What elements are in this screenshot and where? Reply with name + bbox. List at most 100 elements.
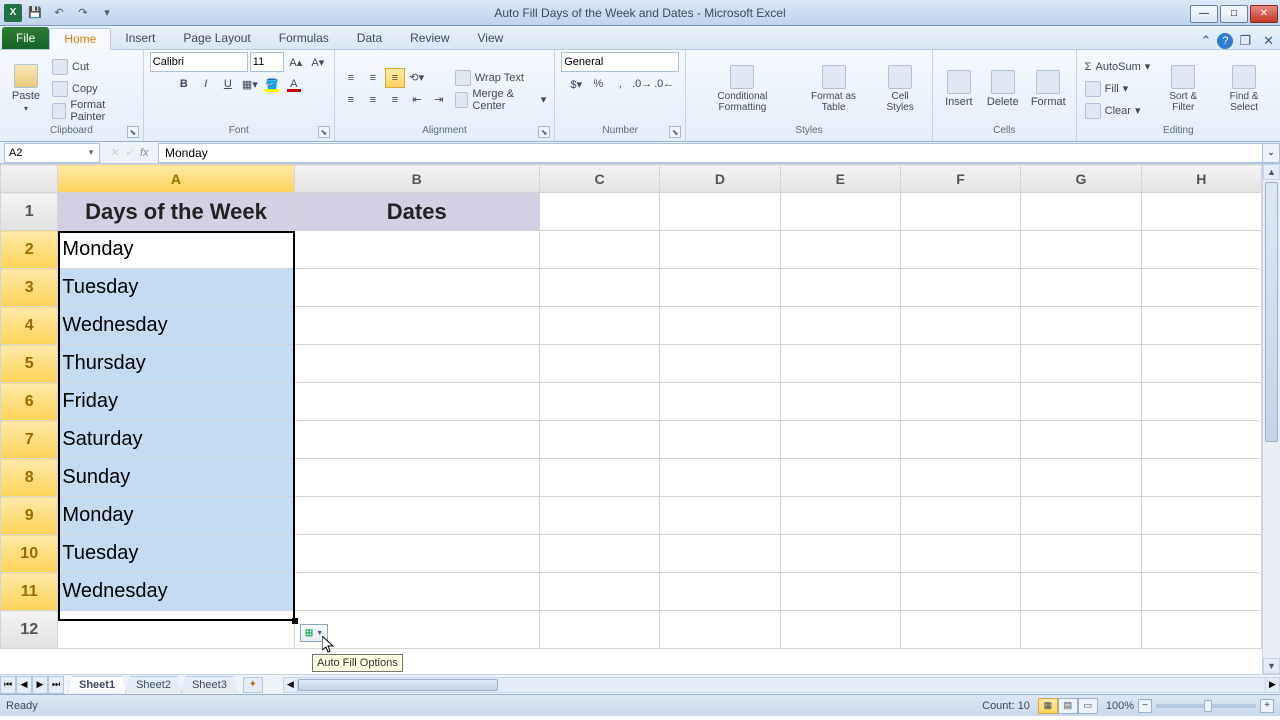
cell[interactable] [58,611,294,649]
scroll-thumb[interactable] [1265,182,1278,442]
cell[interactable] [1141,231,1261,269]
underline-button[interactable]: U [218,74,238,94]
cell[interactable]: Tuesday [58,535,294,573]
col-header-D[interactable]: D [660,165,780,193]
cell[interactable] [1021,383,1141,421]
page-break-view-button[interactable]: ▭ [1078,698,1098,714]
fill-handle[interactable] [292,618,298,624]
cell[interactable] [900,193,1020,231]
cell[interactable]: Monday [58,497,294,535]
scroll-left-icon[interactable]: ◀ [284,678,298,692]
cell[interactable] [539,193,659,231]
fill-color-button[interactable]: 🪣 [262,74,282,94]
save-icon[interactable]: 💾 [24,2,46,24]
cell[interactable] [1021,497,1141,535]
excel-icon[interactable]: X [4,4,22,22]
enter-icon[interactable]: ✓ [125,146,134,159]
cell[interactable] [539,307,659,345]
cell[interactable] [780,383,900,421]
cell[interactable] [294,497,539,535]
percent-button[interactable]: % [588,74,608,94]
cell[interactable] [1021,231,1141,269]
cell[interactable] [294,459,539,497]
cell[interactable] [294,345,539,383]
cell[interactable] [900,383,1020,421]
cell[interactable] [660,421,780,459]
bold-button[interactable]: B [174,74,194,94]
cell[interactable] [1021,421,1141,459]
cell[interactable] [900,497,1020,535]
cell[interactable] [1141,535,1261,573]
close-button[interactable]: ✕ [1250,5,1278,23]
cell[interactable] [1021,459,1141,497]
cell[interactable] [539,611,659,649]
cell[interactable] [660,383,780,421]
scroll-right-icon[interactable]: ▶ [1265,678,1279,692]
decrease-indent-button[interactable]: ⇤ [407,90,427,110]
zoom-slider[interactable] [1156,704,1256,708]
accounting-button[interactable]: $▾ [566,74,586,94]
cell[interactable] [1141,497,1261,535]
align-bottom-button[interactable]: ≡ [385,68,405,88]
row-header[interactable]: 8 [1,459,58,497]
normal-view-button[interactable]: ▦ [1038,698,1058,714]
decrease-decimal-button[interactable]: .0← [654,74,674,94]
dialog-launcher-icon[interactable]: ⬊ [318,126,330,138]
tab-insert[interactable]: Insert [111,27,169,49]
cell[interactable] [539,535,659,573]
cell[interactable] [900,611,1020,649]
window-restore-icon[interactable]: ❐ [1233,33,1257,49]
cell[interactable] [539,459,659,497]
cell[interactable] [1021,535,1141,573]
border-button[interactable]: ▦▾ [240,74,260,94]
cell[interactable] [1021,193,1141,231]
cell[interactable] [1141,573,1261,611]
redo-icon[interactable]: ↷ [72,2,94,24]
cell[interactable] [660,307,780,345]
cell[interactable] [294,269,539,307]
delete-cells-button[interactable]: Delete [983,68,1023,110]
cell[interactable] [539,269,659,307]
zoom-in-button[interactable]: + [1260,699,1274,713]
tab-review[interactable]: Review [396,27,463,49]
cell[interactable] [780,535,900,573]
cell[interactable] [294,611,539,649]
row-header[interactable]: 7 [1,421,58,459]
cell[interactable] [780,345,900,383]
page-layout-view-button[interactable]: ▤ [1058,698,1078,714]
horizontal-scrollbar[interactable]: ◀ ▶ [283,677,1280,693]
wrap-text-button[interactable]: Wrap Text [453,68,548,88]
cut-button[interactable]: Cut [50,57,137,77]
cell[interactable] [900,421,1020,459]
row-header[interactable]: 2 [1,231,58,269]
font-size-combo[interactable] [250,52,284,72]
row-header[interactable]: 1 [1,193,58,231]
cell[interactable] [1141,269,1261,307]
select-all-corner[interactable] [1,165,58,193]
sheet-tab[interactable]: Sheet3 [181,676,238,693]
cell[interactable] [539,497,659,535]
col-header-G[interactable]: G [1021,165,1141,193]
cell[interactable] [660,459,780,497]
cell[interactable]: Days of the Week [58,193,294,231]
cell[interactable]: Friday [58,383,294,421]
cell[interactable] [1141,459,1261,497]
cell[interactable] [1141,611,1261,649]
find-select-button[interactable]: Find & Select [1214,63,1274,115]
cell[interactable] [294,535,539,573]
help-icon[interactable]: ? [1217,33,1233,49]
col-header-E[interactable]: E [780,165,900,193]
vertical-scrollbar[interactable]: ▲ ▼ [1262,164,1280,674]
cell[interactable]: Saturday [58,421,294,459]
increase-decimal-button[interactable]: .0→ [632,74,652,94]
col-header-C[interactable]: C [539,165,659,193]
zoom-level[interactable]: 100% [1106,700,1134,712]
new-sheet-button[interactable]: ✦ [243,677,263,693]
zoom-knob[interactable] [1204,700,1212,712]
cell[interactable] [900,231,1020,269]
cell[interactable] [1141,193,1261,231]
row-header[interactable]: 9 [1,497,58,535]
cell[interactable] [539,421,659,459]
fill-button[interactable]: Fill ▾ [1083,79,1153,99]
maximize-button[interactable]: □ [1220,5,1248,23]
